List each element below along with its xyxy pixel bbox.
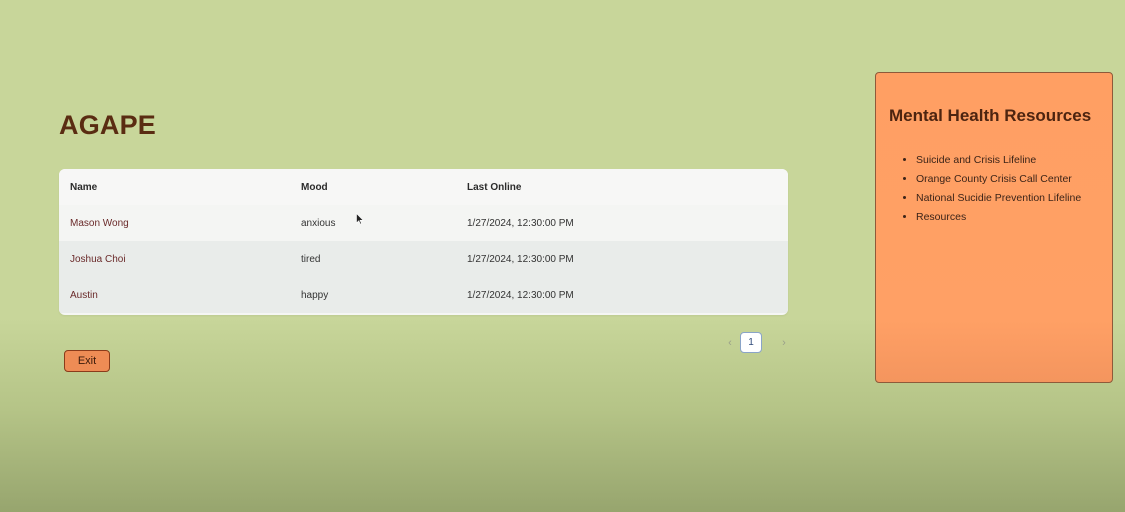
- table-row[interactable]: Austin happy 1/27/2024, 12:30:00 PM: [59, 277, 788, 313]
- pagination: ‹ 1 ›: [722, 332, 792, 353]
- mood-table: Name Mood Last Online Mason Wong anxious…: [59, 169, 788, 313]
- cell-mood: tired: [290, 241, 456, 277]
- cell-last-online: 1/27/2024, 12:30:00 PM: [456, 205, 788, 241]
- resources-list: Suicide and Crisis Lifeline Orange Count…: [889, 151, 1081, 227]
- page-number-button[interactable]: 1: [740, 332, 762, 353]
- mouse-pointer-icon: [356, 213, 364, 225]
- resource-item-orange-county-crisis[interactable]: Orange County Crisis Call Center: [916, 170, 1081, 189]
- resource-item-national-prevention-lifeline[interactable]: National Sucidie Prevention Lifeline: [916, 189, 1081, 208]
- resource-item-resources[interactable]: Resources: [916, 208, 1081, 227]
- column-header-mood[interactable]: Mood: [290, 169, 456, 205]
- table-row[interactable]: Mason Wong anxious 1/27/2024, 12:30:00 P…: [59, 205, 788, 241]
- cell-name: Mason Wong: [59, 205, 290, 241]
- resources-panel: Mental Health Resources Suicide and Cris…: [875, 72, 1113, 383]
- cell-last-online: 1/27/2024, 12:30:00 PM: [456, 277, 788, 313]
- cell-last-online: 1/27/2024, 12:30:00 PM: [456, 241, 788, 277]
- users-table: Name Mood Last Online Mason Wong anxious…: [59, 169, 788, 315]
- page-title: AGAPE: [59, 110, 157, 140]
- exit-button[interactable]: Exit: [64, 350, 110, 372]
- column-header-name[interactable]: Name: [59, 169, 290, 205]
- column-header-last-online[interactable]: Last Online: [456, 169, 788, 205]
- cell-mood: happy: [290, 277, 456, 313]
- cell-name: Joshua Choi: [59, 241, 290, 277]
- resource-item-suicide-crisis-lifeline[interactable]: Suicide and Crisis Lifeline: [916, 151, 1081, 170]
- chevron-right-icon[interactable]: ›: [776, 333, 792, 353]
- resources-title: Mental Health Resources: [889, 106, 1092, 125]
- table-row[interactable]: Joshua Choi tired 1/27/2024, 12:30:00 PM: [59, 241, 788, 277]
- cell-name: Austin: [59, 277, 290, 313]
- table-header-row: Name Mood Last Online: [59, 169, 788, 205]
- cell-mood: anxious: [290, 205, 456, 241]
- chevron-left-icon[interactable]: ‹: [722, 333, 738, 353]
